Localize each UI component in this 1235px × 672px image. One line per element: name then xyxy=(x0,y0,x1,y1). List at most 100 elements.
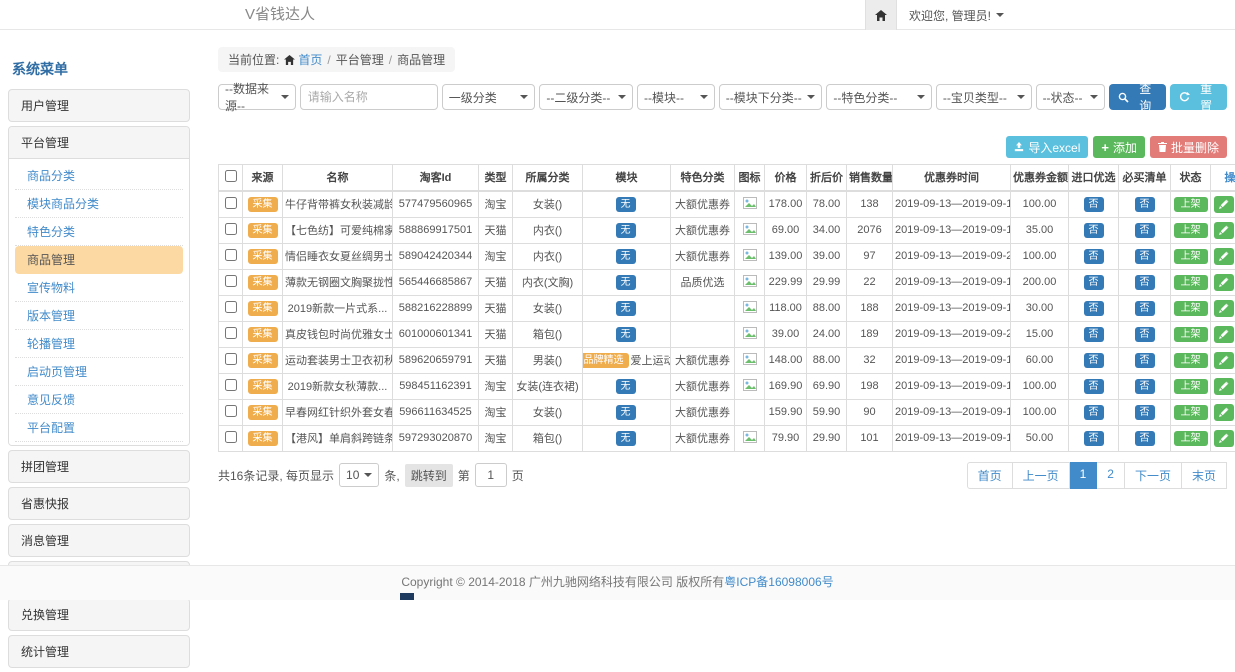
page-button[interactable]: 2 xyxy=(1097,462,1125,489)
name-search-input[interactable] xyxy=(300,84,438,110)
module-none-badge[interactable]: 无 xyxy=(616,405,636,420)
edit-button[interactable] xyxy=(1214,378,1234,395)
module-none-badge[interactable]: 无 xyxy=(616,379,636,394)
edit-button[interactable] xyxy=(1214,222,1234,239)
edit-button[interactable] xyxy=(1214,326,1234,343)
row-checkbox[interactable] xyxy=(225,197,237,209)
edit-button[interactable] xyxy=(1214,274,1234,291)
status-badge[interactable]: 上架 xyxy=(1174,249,1208,264)
must-buy-toggle[interactable]: 否 xyxy=(1135,405,1155,420)
icp-link[interactable]: 粤ICP备16098006号 xyxy=(724,575,833,589)
import-select-toggle[interactable]: 否 xyxy=(1084,431,1104,446)
row-checkbox[interactable] xyxy=(225,275,237,287)
page-button[interactable]: 下一页 xyxy=(1125,462,1182,489)
sidebar-submenu-item[interactable]: 意见反馈 xyxy=(15,386,183,414)
module-sub-select[interactable]: --模块下分类-- xyxy=(719,84,823,110)
sidebar-section[interactable]: 拼团管理 xyxy=(8,450,190,483)
search-button[interactable]: 查询 xyxy=(1109,84,1166,110)
must-buy-toggle[interactable]: 否 xyxy=(1135,275,1155,290)
module-select[interactable]: --模块-- xyxy=(637,84,715,110)
module-none-badge[interactable]: 无 xyxy=(616,301,636,316)
special-category-select[interactable]: --特色分类-- xyxy=(826,84,932,110)
sidebar-submenu-item[interactable]: 版本管理 xyxy=(15,302,183,330)
page-button[interactable]: 首页 xyxy=(967,462,1013,489)
row-checkbox[interactable] xyxy=(225,353,237,365)
must-buy-toggle[interactable]: 否 xyxy=(1135,379,1155,394)
page-jump-input[interactable] xyxy=(475,463,507,487)
must-buy-toggle[interactable]: 否 xyxy=(1135,431,1155,446)
must-buy-toggle[interactable]: 否 xyxy=(1135,301,1155,316)
datasource-select[interactable]: --数据来源-- xyxy=(218,84,296,110)
sidebar-submenu-item[interactable]: 启动页管理 xyxy=(15,358,183,386)
import-select-toggle[interactable]: 否 xyxy=(1084,275,1104,290)
page-button[interactable]: 末页 xyxy=(1182,462,1227,489)
status-badge[interactable]: 上架 xyxy=(1174,197,1208,212)
sidebar-section-users[interactable]: 用户管理 xyxy=(8,89,190,122)
sidebar-submenu-item[interactable]: 商品分类 xyxy=(15,162,183,190)
sidebar-submenu-item[interactable]: 宣传物料 xyxy=(15,274,183,302)
row-checkbox[interactable] xyxy=(225,327,237,339)
sidebar-section-platform[interactable]: 平台管理 xyxy=(9,127,189,159)
must-buy-toggle[interactable]: 否 xyxy=(1135,353,1155,368)
add-button[interactable]: + 添加 xyxy=(1093,136,1145,158)
sidebar-section[interactable]: 省惠快报 xyxy=(8,487,190,520)
jump-button[interactable]: 跳转到 xyxy=(405,464,453,487)
edit-button[interactable] xyxy=(1214,404,1234,421)
status-badge[interactable]: 上架 xyxy=(1174,379,1208,394)
must-buy-toggle[interactable]: 否 xyxy=(1135,223,1155,238)
sidebar-submenu-item[interactable]: 平台配置 xyxy=(15,414,183,442)
reset-button[interactable]: 重置 xyxy=(1170,84,1227,110)
row-checkbox[interactable] xyxy=(225,405,237,417)
select-all-checkbox[interactable] xyxy=(225,170,237,182)
import-select-toggle[interactable]: 否 xyxy=(1084,379,1104,394)
must-buy-toggle[interactable]: 否 xyxy=(1135,249,1155,264)
module-none-badge[interactable]: 无 xyxy=(616,197,636,212)
import-select-toggle[interactable]: 否 xyxy=(1084,197,1104,212)
sidebar-section[interactable]: 兑换管理 xyxy=(8,598,190,631)
per-page-select[interactable]: 10 xyxy=(339,463,379,487)
category1-select[interactable]: 一级分类 xyxy=(442,84,536,110)
status-badge[interactable]: 上架 xyxy=(1174,431,1208,446)
import-select-toggle[interactable]: 否 xyxy=(1084,405,1104,420)
status-badge[interactable]: 上架 xyxy=(1174,405,1208,420)
home-button[interactable] xyxy=(865,0,897,30)
edit-button[interactable] xyxy=(1214,430,1234,447)
edit-button[interactable] xyxy=(1214,300,1234,317)
row-checkbox[interactable] xyxy=(225,249,237,261)
import-select-toggle[interactable]: 否 xyxy=(1084,327,1104,342)
sidebar-section[interactable]: 消息管理 xyxy=(8,524,190,557)
module-none-badge[interactable]: 无 xyxy=(616,431,636,446)
must-buy-toggle[interactable]: 否 xyxy=(1135,327,1155,342)
row-checkbox[interactable] xyxy=(225,379,237,391)
page-button[interactable]: 上一页 xyxy=(1013,462,1070,489)
status-badge[interactable]: 上架 xyxy=(1174,301,1208,316)
breadcrumb-home-link[interactable]: 首页 xyxy=(284,51,322,68)
item-type-select[interactable]: --宝贝类型-- xyxy=(936,84,1032,110)
import-select-toggle[interactable]: 否 xyxy=(1084,223,1104,238)
module-none-badge[interactable]: 无 xyxy=(616,223,636,238)
status-select[interactable]: --状态-- xyxy=(1036,84,1106,110)
sidebar-submenu-item[interactable]: 特色分类 xyxy=(15,218,183,246)
sidebar-submenu-item[interactable]: 轮播管理 xyxy=(15,330,183,358)
page-button[interactable]: 1 xyxy=(1070,462,1098,489)
import-select-toggle[interactable]: 否 xyxy=(1084,353,1104,368)
module-none-badge[interactable]: 无 xyxy=(616,275,636,290)
sidebar-submenu-item[interactable]: 模块商品分类 xyxy=(15,190,183,218)
row-checkbox[interactable] xyxy=(225,223,237,235)
user-menu[interactable]: 欢迎您, 管理员! xyxy=(909,7,1004,24)
edit-button[interactable] xyxy=(1214,196,1234,213)
import-excel-button[interactable]: 导入excel xyxy=(1006,136,1088,158)
edit-button[interactable] xyxy=(1214,248,1234,265)
sidebar-section[interactable]: 统计管理 xyxy=(8,635,190,668)
import-select-toggle[interactable]: 否 xyxy=(1084,249,1104,264)
status-badge[interactable]: 上架 xyxy=(1174,327,1208,342)
import-select-toggle[interactable]: 否 xyxy=(1084,301,1104,316)
edit-button[interactable] xyxy=(1214,352,1234,369)
module-none-badge[interactable]: 无 xyxy=(616,327,636,342)
batch-delete-button[interactable]: 批量删除 xyxy=(1150,136,1227,158)
status-badge[interactable]: 上架 xyxy=(1174,275,1208,290)
status-badge[interactable]: 上架 xyxy=(1174,353,1208,368)
sidebar-submenu-item[interactable]: 商品管理 xyxy=(15,246,183,274)
row-checkbox[interactable] xyxy=(225,301,237,313)
status-badge[interactable]: 上架 xyxy=(1174,223,1208,238)
